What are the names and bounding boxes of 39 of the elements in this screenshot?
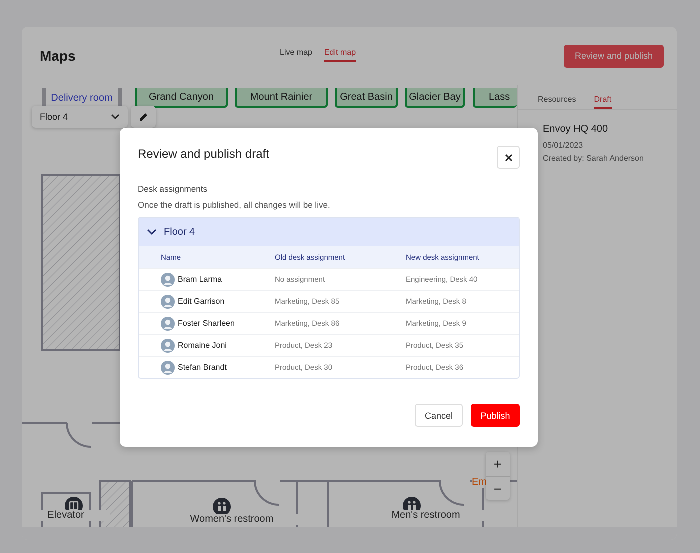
- avatar-icon: [161, 294, 175, 308]
- desk-area[interactable]: Mount Rainier: [235, 88, 328, 108]
- room-label[interactable]: Delivery room: [42, 88, 122, 108]
- close-icon: [504, 154, 512, 162]
- dialog-title: Review and publish draft: [138, 147, 270, 161]
- map-mode-tab[interactable]: Live map: [280, 48, 312, 62]
- map-mode-tab[interactable]: Edit map: [324, 48, 356, 62]
- panel-tab[interactable]: Resources: [538, 95, 576, 109]
- zoom-in-button[interactable]: +: [486, 452, 510, 476]
- person-name: Bram Larma: [178, 275, 222, 284]
- page-title: Maps: [40, 48, 77, 64]
- draft-author: Created by: Sarah Anderson: [543, 154, 644, 163]
- close-button[interactable]: [497, 146, 520, 169]
- desk-area[interactable]: Great Basin: [335, 88, 398, 108]
- avatar-icon: [161, 316, 175, 330]
- draft-date: 05/01/2023: [543, 141, 584, 150]
- person-name: Edit Garrison: [178, 297, 225, 306]
- desk-area[interactable]: Grand Canyon: [135, 88, 228, 108]
- panel-tab[interactable]: Draft: [594, 95, 612, 109]
- publish-button[interactable]: Publish: [471, 404, 520, 427]
- person-name: Foster Sharleen: [178, 319, 235, 328]
- avatar-icon: [161, 338, 175, 352]
- cancel-button[interactable]: Cancel: [415, 404, 463, 427]
- avatar-icon: [161, 272, 175, 286]
- zoom-out-button[interactable]: −: [486, 476, 510, 500]
- chevron-icon: [111, 114, 120, 120]
- floor-group-header[interactable]: Floor 4: [139, 218, 519, 246]
- floor-dropdown[interactable]: Floor 4: [32, 106, 128, 128]
- person-name: Romaine Joni: [178, 341, 227, 350]
- edit-button[interactable]: [131, 106, 156, 128]
- desk-area[interactable]: Lass: [473, 88, 517, 108]
- desk-area[interactable]: Glacier Bay: [405, 88, 465, 108]
- person-name: Stefan Brandt: [178, 363, 227, 372]
- draft-title: Envoy HQ 400: [543, 124, 610, 135]
- avatar-icon: [161, 360, 175, 374]
- dialog-note: Once the draft is published, all changes will be live.: [138, 200, 332, 210]
- pencil-icon: [138, 112, 148, 122]
- section-title: Desk assignments: [138, 184, 208, 194]
- chevron-icon: [147, 229, 157, 235]
